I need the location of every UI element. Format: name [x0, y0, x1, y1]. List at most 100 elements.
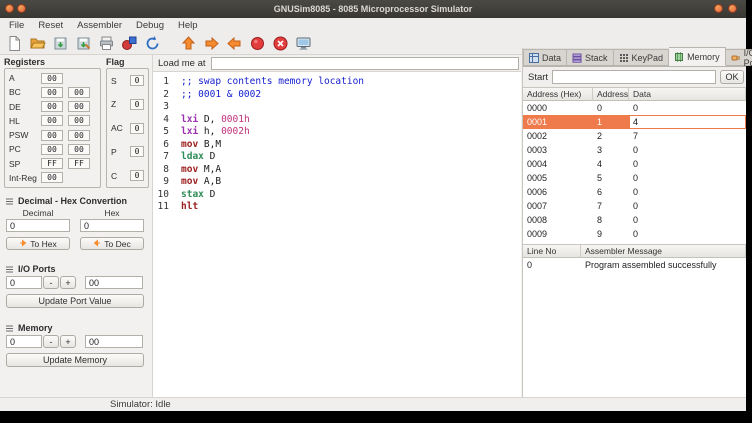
window-control-dot[interactable]: [714, 4, 723, 13]
menu-item-assembler[interactable]: Assembler: [70, 18, 129, 33]
memory-cell-address: 4: [593, 157, 629, 171]
memory-table-row[interactable]: 000330: [523, 143, 746, 157]
register-value[interactable]: 00: [41, 144, 63, 155]
flag-value[interactable]: 0: [130, 99, 144, 110]
menu-item-help[interactable]: Help: [171, 18, 205, 33]
memory-cell-hex: 0004: [523, 157, 593, 171]
message-row[interactable]: 0Program assembled successfully: [523, 258, 746, 272]
code-area[interactable]: 1;; swap contents memory location2;; 000…: [153, 73, 521, 397]
new-file-icon[interactable]: [6, 35, 23, 52]
to-dec-button[interactable]: To Dec: [80, 237, 144, 250]
register-value[interactable]: 00: [41, 115, 63, 126]
register-value[interactable]: 00: [41, 101, 63, 112]
tab-keypad[interactable]: KeyPad: [614, 49, 670, 66]
memory-cell-address: 0: [593, 101, 629, 115]
register-value[interactable]: 00: [68, 115, 90, 126]
memory-table-row[interactable]: 000990: [523, 227, 746, 241]
register-value[interactable]: 00: [68, 130, 90, 141]
ok-button[interactable]: OK: [720, 70, 744, 84]
memory-value-input[interactable]: [85, 335, 143, 348]
io-port-decrement-button[interactable]: -: [43, 276, 59, 289]
register-value[interactable]: FF: [68, 158, 90, 169]
window-control-dot[interactable]: [17, 4, 26, 13]
tab-i-o-ports[interactable]: I/O Ports: [726, 49, 752, 66]
memory-table-row[interactable]: 00011: [523, 115, 746, 129]
window-control-dot[interactable]: [5, 4, 14, 13]
print-icon[interactable]: [98, 35, 115, 52]
stop-icon[interactable]: [272, 35, 289, 52]
flag-value[interactable]: 0: [130, 170, 144, 181]
register-value[interactable]: 00: [41, 130, 63, 141]
io-port-value-input[interactable]: [85, 276, 143, 289]
load-me-at-input[interactable]: [211, 57, 519, 70]
to-dec-label: To Dec: [104, 239, 130, 249]
message-line-no: 0: [523, 260, 581, 270]
memory-table-header[interactable]: Address (Hex): [523, 88, 593, 101]
hex-input[interactable]: [80, 219, 144, 232]
register-value[interactable]: 00: [68, 144, 90, 155]
memory-cell-address: 2: [593, 129, 629, 143]
tab-stack[interactable]: Stack: [567, 49, 614, 66]
memory-table-header[interactable]: Address: [593, 88, 629, 101]
memory-table-row[interactable]: 000000: [523, 101, 746, 115]
menu-item-reset[interactable]: Reset: [31, 18, 70, 33]
memory-cell-data: 0: [629, 101, 746, 115]
register-value[interactable]: 00: [68, 87, 90, 98]
record-icon[interactable]: [249, 35, 266, 52]
assemble-icon[interactable]: [121, 35, 138, 52]
flag-value[interactable]: 0: [130, 146, 144, 157]
tab-data[interactable]: Data: [523, 49, 567, 66]
memory-table-header[interactable]: Data: [629, 88, 746, 101]
memory-table-row[interactable]: 000440: [523, 157, 746, 171]
to-hex-button[interactable]: To Hex: [6, 237, 70, 250]
update-memory-button[interactable]: Update Memory: [6, 353, 144, 367]
flag-value[interactable]: 0: [130, 123, 144, 134]
tab-memory[interactable]: Memory: [669, 47, 726, 66]
run-forward-icon[interactable]: [203, 35, 220, 52]
memory-address-input[interactable]: [6, 335, 42, 348]
decimal-input[interactable]: [6, 219, 70, 232]
run-up-icon[interactable]: [180, 35, 197, 52]
register-value[interactable]: 00: [41, 73, 63, 84]
memory-table-row[interactable]: 000550: [523, 171, 746, 185]
code-token: D: [204, 189, 215, 200]
memory-increment-button[interactable]: +: [60, 335, 76, 348]
code-text: mov B,M: [173, 139, 221, 152]
register-value[interactable]: 00: [68, 101, 90, 112]
memory-cell-data: 0: [629, 171, 746, 185]
convert-icon[interactable]: [144, 35, 161, 52]
start-input[interactable]: [552, 70, 716, 84]
io-port-address-input[interactable]: [6, 276, 42, 289]
code-token: 0001h: [221, 114, 250, 125]
flag-row-c: C0: [111, 170, 144, 181]
menu-item-debug[interactable]: Debug: [129, 18, 171, 33]
memory-table: Address (Hex)AddressData0000000001100022…: [523, 87, 746, 244]
memory-table-row[interactable]: 000227: [523, 129, 746, 143]
memory-cell-data: 7: [629, 129, 746, 143]
run-back-icon[interactable]: [226, 35, 243, 52]
memory-data-input[interactable]: [630, 116, 745, 128]
io-tab-icon: [731, 53, 741, 63]
display-icon[interactable]: [295, 35, 312, 52]
open-file-icon[interactable]: [29, 35, 46, 52]
menu-item-file[interactable]: File: [2, 18, 31, 33]
register-value[interactable]: 00: [41, 172, 63, 183]
save-as-icon[interactable]: [75, 35, 92, 52]
memory-table-row[interactable]: 000770: [523, 199, 746, 213]
register-label: BC: [7, 87, 41, 97]
memory-data-edit-cell[interactable]: [629, 115, 746, 129]
memory-decrement-button[interactable]: -: [43, 335, 59, 348]
register-value[interactable]: 00: [41, 87, 63, 98]
memory-table-row[interactable]: 000660: [523, 185, 746, 199]
stack-tab-icon: [572, 53, 582, 63]
io-port-increment-button[interactable]: +: [60, 276, 76, 289]
memory-table-header-row: Address (Hex)AddressData: [523, 88, 746, 101]
window-control-dot[interactable]: [728, 4, 737, 13]
memory-table-row[interactable]: 000880: [523, 213, 746, 227]
flag-value[interactable]: 0: [130, 75, 144, 86]
flag-row-z: Z0: [111, 99, 144, 110]
update-port-value-button[interactable]: Update Port Value: [6, 294, 144, 308]
flag-label: Z: [111, 99, 116, 109]
register-value[interactable]: FF: [41, 158, 63, 169]
save-file-icon[interactable]: [52, 35, 69, 52]
